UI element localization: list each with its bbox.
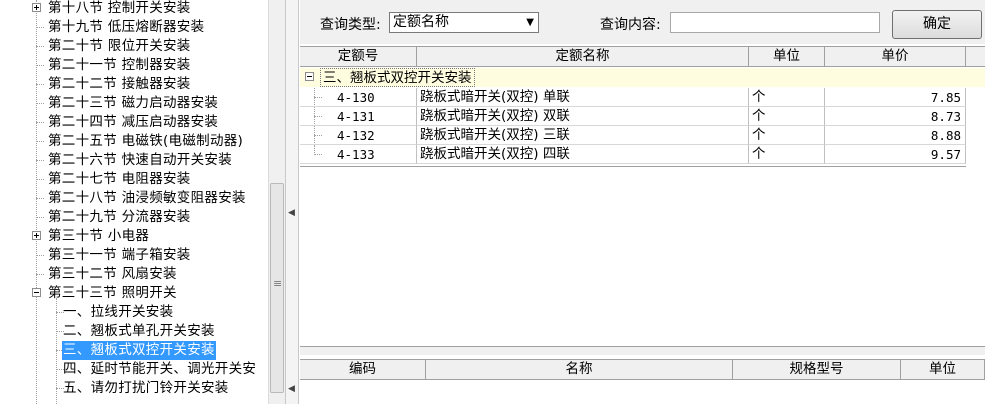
tree-item-label: 第二十三节 磁力启动器安装	[48, 95, 219, 111]
tree-item-label: 第二十二节 接触器安装	[48, 76, 191, 92]
tree-guide-line	[36, 27, 44, 28]
tree-item-label: 第二十六节 快速自动开关安装	[48, 152, 232, 168]
cell-code: 4-130	[300, 88, 417, 107]
query-bar: 查询类型: 定额名称 ▼ 查询内容: 确定	[300, 0, 985, 44]
grip-icon: ≡	[273, 277, 283, 290]
query-type-value: 定额名称	[393, 14, 449, 30]
left-arrow-icon[interactable]: ◀	[288, 208, 295, 218]
col-header-material-name[interactable]: 名称	[426, 360, 733, 379]
tree-guide-line	[36, 274, 44, 275]
minus-box-icon[interactable]	[32, 288, 41, 297]
cell-unit: 个	[749, 107, 825, 126]
tree-item-label: 一、拉线开关安装	[63, 304, 174, 320]
tree-guide-line	[56, 298, 57, 404]
col-header-price[interactable]: 单价	[825, 47, 966, 66]
tree-guide-line	[36, 103, 44, 104]
table-row[interactable]: 4-130 跷板式暗开关(双控) 单联个 7.85	[300, 88, 966, 107]
tree-item-label: 三、翘板式双控开关安装	[62, 341, 216, 360]
tree-item-label: 第二十八节 油浸频敏变阻器安装	[48, 190, 246, 206]
panel-splitter[interactable]: ◀ ◀	[285, 0, 299, 404]
cell-name: 跷板式暗开关(双控) 双联	[417, 107, 749, 126]
left-arrow-icon[interactable]: ◀	[288, 384, 295, 394]
tree-item-label: 第三十一节 端子箱安装	[48, 247, 191, 263]
tree-item-label: 第二十节 限位开关安装	[48, 38, 191, 54]
table-divider[interactable]	[300, 346, 985, 355]
table-row[interactable]: 4-132 跷板式暗开关(双控) 三联个 8.88	[300, 126, 966, 145]
tree-item-label: 第三十三节 照明开关	[48, 285, 177, 301]
tree-item-label: 第二十七节 电阻器安装	[48, 171, 191, 187]
tree-item-label: 第十八节 控制开关安装	[48, 0, 191, 16]
category-tree[interactable]: 第十八节 控制开关安装 第十九节 低压熔断器安装 第二十节 限位开关安装 第二十一节 …	[0, 0, 268, 404]
table-row[interactable]: 4-131 跷板式暗开关(双控) 双联个 8.73	[300, 107, 966, 126]
tree-guide-line	[36, 46, 44, 47]
right-panel: 查询类型: 定额名称 ▼ 查询内容: 确定 定额号 定额名称 单位 单价 三、翘…	[300, 0, 985, 404]
cell-price: 9.57	[825, 145, 966, 164]
query-type-label: 查询类型:	[320, 17, 381, 33]
dropdown-arrow-icon[interactable]: ▼	[526, 13, 534, 32]
quota-table-header: 定额号 定额名称 单位 单价	[300, 47, 985, 67]
tree-item-label: 二、翘板式单孔开关安装	[63, 323, 215, 339]
tree-guide-line	[36, 217, 44, 218]
tree-item-label: 第二十九节 分流器安装	[48, 209, 191, 225]
tree-scrollbar[interactable]: ≡	[268, 0, 285, 404]
tree-guide-line	[36, 84, 44, 85]
col-header-material-unit[interactable]: 单位	[901, 360, 985, 379]
confirm-button[interactable]: 确定	[892, 10, 982, 39]
tree-item-label: 第二十一节 控制器安装	[48, 57, 191, 73]
cell-unit: 个	[749, 126, 825, 145]
col-header-name[interactable]: 定额名称	[417, 47, 749, 66]
table-bottom-line	[300, 166, 966, 167]
cell-code: 4-132	[300, 126, 417, 145]
cell-price: 8.73	[825, 107, 966, 126]
tree-item-label: 第三十节 小电器	[48, 228, 150, 244]
tree-scroll-thumb[interactable]: ≡	[270, 183, 284, 393]
col-header-material-code[interactable]: 编码	[300, 360, 426, 379]
tree-guide-line	[36, 179, 44, 180]
material-table: 编码 名称 规格型号 单位	[300, 359, 985, 405]
plus-box-icon[interactable]	[32, 3, 41, 12]
tree-item-label: 五、请勿打扰门铃开关安装	[63, 380, 229, 396]
cell-code: 4-133	[300, 145, 417, 164]
cell-name: 跷板式暗开关(双控) 三联	[417, 126, 749, 145]
col-header-unit[interactable]: 单位	[749, 47, 825, 66]
tree-item-label: 第二十五节 电磁铁(电磁制动器)	[48, 133, 244, 149]
table-row[interactable]: 4-133 跷板式暗开关(双控) 四联个 9.57	[300, 145, 966, 164]
tree-guide-line	[36, 160, 44, 161]
cell-name: 跷板式暗开关(双控) 单联	[417, 88, 749, 107]
group-label: 三、翘板式双控开关安装	[320, 68, 475, 87]
col-header-spec[interactable]: 规格型号	[733, 360, 901, 379]
plus-box-icon[interactable]	[32, 231, 41, 240]
tree-guide-line	[36, 141, 44, 142]
col-header-code[interactable]: 定额号	[300, 47, 417, 66]
material-table-header: 编码 名称 规格型号 单位	[300, 360, 985, 380]
tree-guide-line	[36, 122, 44, 123]
minus-box-icon[interactable]	[305, 72, 314, 81]
tree-item-label: 第十九节 低压熔断器安装	[48, 19, 205, 35]
cell-price: 8.88	[825, 126, 966, 145]
cell-unit: 个	[749, 88, 825, 107]
tree-guide-line	[36, 0, 37, 404]
tree-guide-line	[36, 198, 44, 199]
query-type-select[interactable]: 定额名称 ▼	[389, 12, 539, 33]
tree-item-label: 第二十四节 减压启动器安装	[48, 114, 219, 130]
tree-item-label: 第三十二节 风扇安装	[48, 266, 177, 282]
cell-price: 7.85	[825, 88, 966, 107]
query-content-label: 查询内容:	[600, 17, 661, 33]
cell-name: 跷板式暗开关(双控) 四联	[417, 145, 749, 164]
tree-guide-line	[36, 255, 44, 256]
tree-guide-line	[36, 65, 44, 66]
query-content-input[interactable]	[670, 12, 880, 33]
cell-unit: 个	[749, 145, 825, 164]
group-row[interactable]: 三、翘板式双控开关安装	[300, 68, 985, 87]
cell-code: 4-131	[300, 107, 417, 126]
tree-item-label: 四、延时节能开关、调光开关安	[63, 361, 257, 377]
